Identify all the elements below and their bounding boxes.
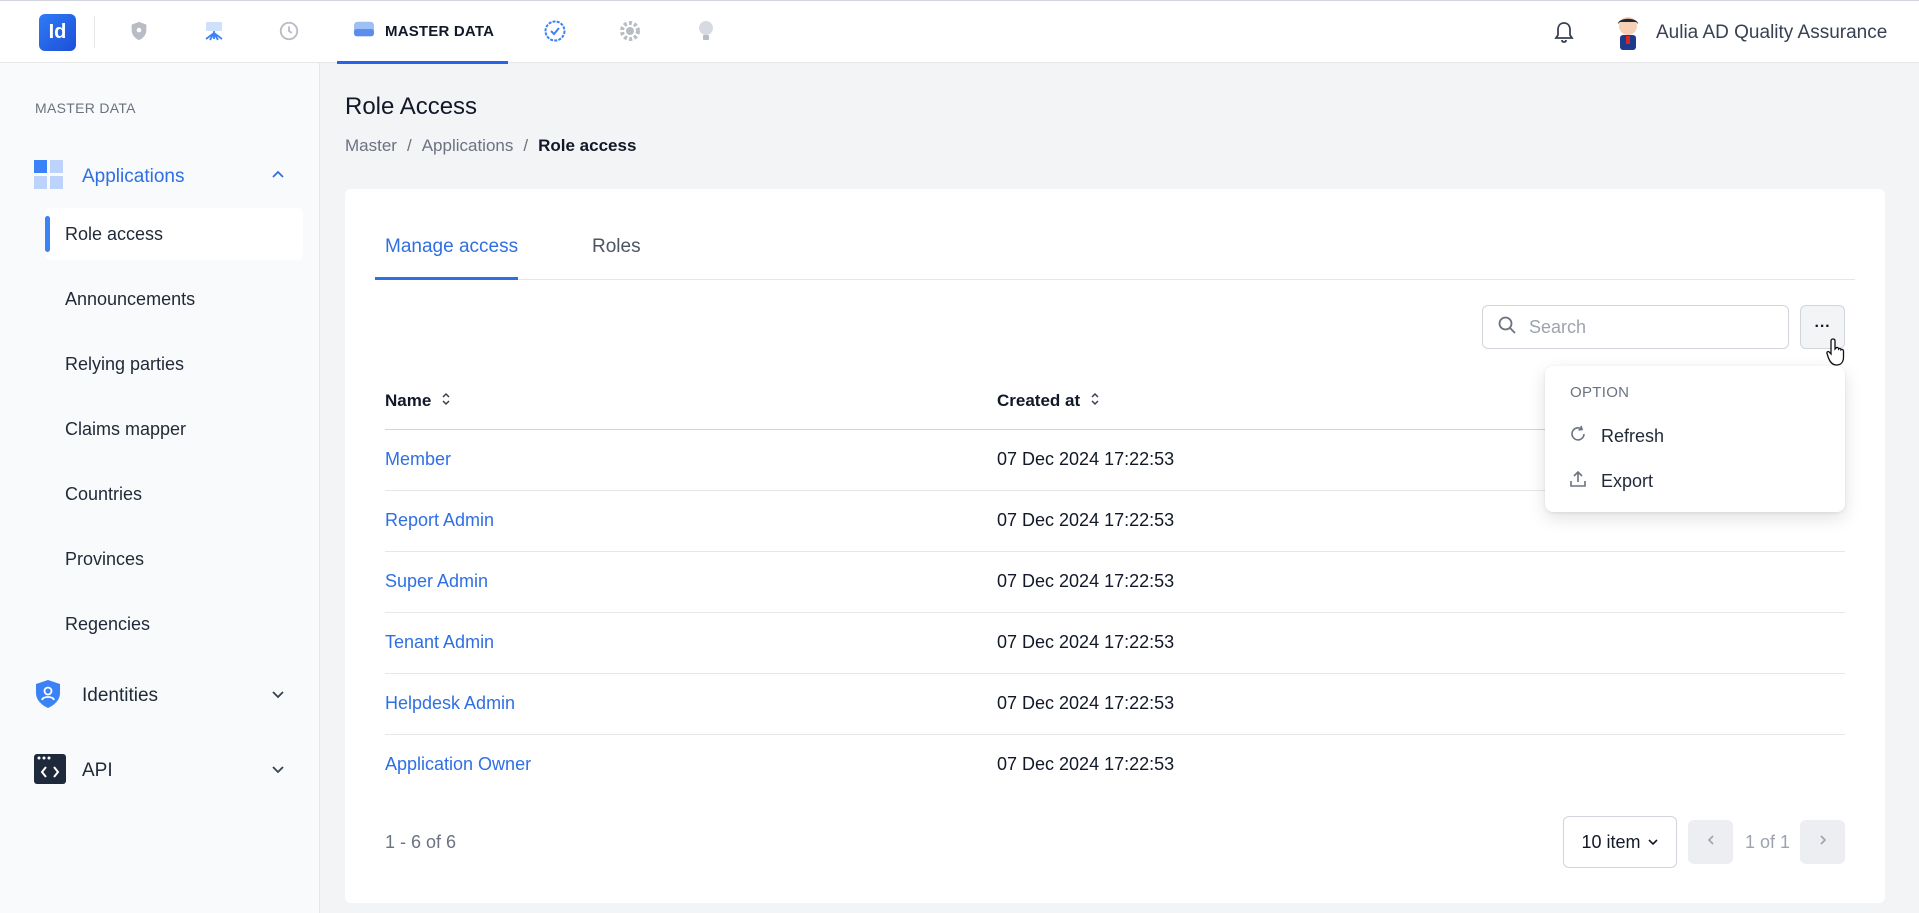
page-indicator: 1 of 1 (1745, 832, 1791, 852)
created-at-cell: 07 Dec 2024 17:22:53 (997, 754, 1175, 774)
nav-master-data-label: MASTER DATA (385, 22, 495, 40)
user-name[interactable]: Aulia AD Quality Assurance (1656, 22, 1887, 44)
created-at-cell: 07 Dec 2024 17:22:53 (997, 449, 1175, 469)
breadcrumb: Master / Applications / Role access (345, 136, 636, 156)
role-name-link[interactable]: Super Admin (385, 571, 488, 592)
role-name-link[interactable]: Member (385, 449, 451, 470)
table-row: Tenant Admin 07 Dec 2024 17:22:53 (385, 613, 1845, 674)
sidebar-group-label: Applications (82, 166, 185, 187)
sidebar-item-countries[interactable]: Countries (45, 468, 303, 520)
mouse-cursor-icon (1826, 337, 1848, 372)
history-icon[interactable] (275, 17, 303, 45)
sidebar-item-label: Countries (65, 483, 143, 504)
code-window-icon (34, 753, 66, 789)
sidebar-item-label: Claims mapper (65, 418, 187, 439)
breadcrumb-current: Role access (538, 136, 637, 155)
search-input[interactable] (1529, 316, 1759, 338)
sidebar-section-label: MASTER DATA (35, 100, 136, 116)
chevron-down-icon (1647, 832, 1659, 853)
created-at-cell: 07 Dec 2024 17:22:53 (997, 632, 1175, 652)
divider (94, 16, 95, 48)
avatar[interactable] (1608, 12, 1648, 52)
prev-page-button[interactable] (1688, 820, 1733, 864)
column-header-label: Name (385, 391, 432, 410)
badge-check-icon[interactable] (541, 17, 569, 45)
column-header-label: Created at (997, 391, 1081, 410)
search-icon (1497, 315, 1517, 340)
table-row: Helpdesk Admin 07 Dec 2024 17:22:53 (385, 674, 1845, 735)
breadcrumb-separator: / (406, 136, 412, 155)
menu-item-label: Refresh (1601, 425, 1665, 446)
grid-icon (34, 159, 64, 195)
column-header-created-at[interactable]: Created at (997, 391, 1100, 411)
sidebar-item-label: Provinces (65, 548, 145, 569)
breadcrumb-item[interactable]: Master (345, 136, 397, 156)
chevron-right-icon (1817, 833, 1829, 851)
shield-icon[interactable] (125, 17, 153, 45)
created-at-cell: 07 Dec 2024 17:22:53 (997, 693, 1175, 713)
sidebar-group-label: Identities (82, 685, 159, 706)
role-name-link[interactable]: Helpdesk Admin (385, 693, 515, 714)
created-at-cell: 07 Dec 2024 17:22:53 (997, 510, 1175, 530)
sidebar-item-provinces[interactable]: Provinces (45, 533, 303, 585)
sidebar-group-label: API (82, 760, 113, 781)
refresh-icon (1569, 425, 1587, 448)
identity-shield-icon (34, 679, 62, 714)
upload-icon (1569, 470, 1587, 493)
breadcrumb-item[interactable]: Applications (422, 136, 514, 156)
chevron-down-icon (270, 686, 286, 707)
menu-item-refresh[interactable]: Refresh (1569, 421, 1664, 451)
sort-icon (1090, 391, 1100, 411)
app-logo[interactable]: Id (39, 14, 76, 51)
sidebar-group-applications[interactable]: Applications (0, 152, 320, 202)
menu-item-label: Export (1601, 470, 1654, 491)
top-bar: Id MASTER DATA Aulia AD Quality Assuranc… (0, 0, 1919, 64)
sidebar: MASTER DATA Applications Role access Ann… (0, 63, 320, 913)
nav-master-data[interactable]: MASTER DATA (337, 1, 508, 64)
tab-roles[interactable]: Roles (592, 236, 641, 258)
search-field[interactable] (1482, 305, 1789, 349)
sidebar-item-label: Announcements (65, 288, 196, 309)
sidebar-item-relying-parties[interactable]: Relying parties (45, 338, 303, 390)
role-name-link[interactable]: Tenant Admin (385, 632, 494, 653)
column-header-name[interactable]: Name (385, 391, 451, 411)
lightbulb-icon[interactable] (692, 17, 720, 45)
role-name-link[interactable]: Report Admin (385, 510, 494, 531)
tab-manage-access[interactable]: Manage access (385, 236, 518, 258)
gear-icon[interactable] (616, 17, 644, 45)
page-size-value: 10 item (1581, 831, 1641, 852)
page-size-select[interactable]: 10 item (1563, 816, 1677, 868)
menu-item-export[interactable]: Export (1569, 466, 1653, 496)
next-page-button[interactable] (1800, 820, 1845, 864)
content-card: Manage access Roles ··· Name Created at … (345, 189, 1885, 903)
created-at-cell: 07 Dec 2024 17:22:53 (997, 571, 1175, 591)
active-tab-indicator (375, 277, 518, 280)
sidebar-item-regencies[interactable]: Regencies (45, 598, 303, 650)
sidebar-group-identities[interactable]: Identities (0, 671, 320, 721)
page-title: Role Access (345, 93, 478, 120)
sort-icon (441, 391, 451, 411)
sidebar-item-label: Regencies (65, 613, 151, 634)
sidebar-group-api[interactable]: API (0, 746, 320, 796)
bell-icon[interactable] (1553, 20, 1575, 49)
table-row: Application Owner 07 Dec 2024 17:22:53 (385, 735, 1845, 796)
chevron-up-icon (270, 167, 286, 188)
options-dropdown: OPTION Refresh Export (1545, 366, 1845, 512)
sidebar-item-claims-mapper[interactable]: Claims mapper (45, 403, 303, 455)
network-icon[interactable] (200, 17, 228, 45)
sidebar-item-announcements[interactable]: Announcements (45, 273, 303, 325)
sidebar-item-label: Relying parties (65, 353, 185, 374)
database-icon (353, 19, 375, 44)
role-name-link[interactable]: Application Owner (385, 754, 531, 775)
chevron-down-icon (270, 761, 286, 782)
result-count: 1 - 6 of 6 (385, 832, 457, 852)
tab-bar: Manage access Roles (375, 189, 1855, 280)
chevron-left-icon (1705, 833, 1717, 851)
breadcrumb-separator: / (523, 136, 529, 155)
table-row: Super Admin 07 Dec 2024 17:22:53 (385, 552, 1845, 613)
dropdown-header: OPTION (1570, 384, 1630, 401)
sidebar-item-role-access[interactable]: Role access (45, 208, 303, 260)
sidebar-item-label: Role access (65, 223, 164, 244)
